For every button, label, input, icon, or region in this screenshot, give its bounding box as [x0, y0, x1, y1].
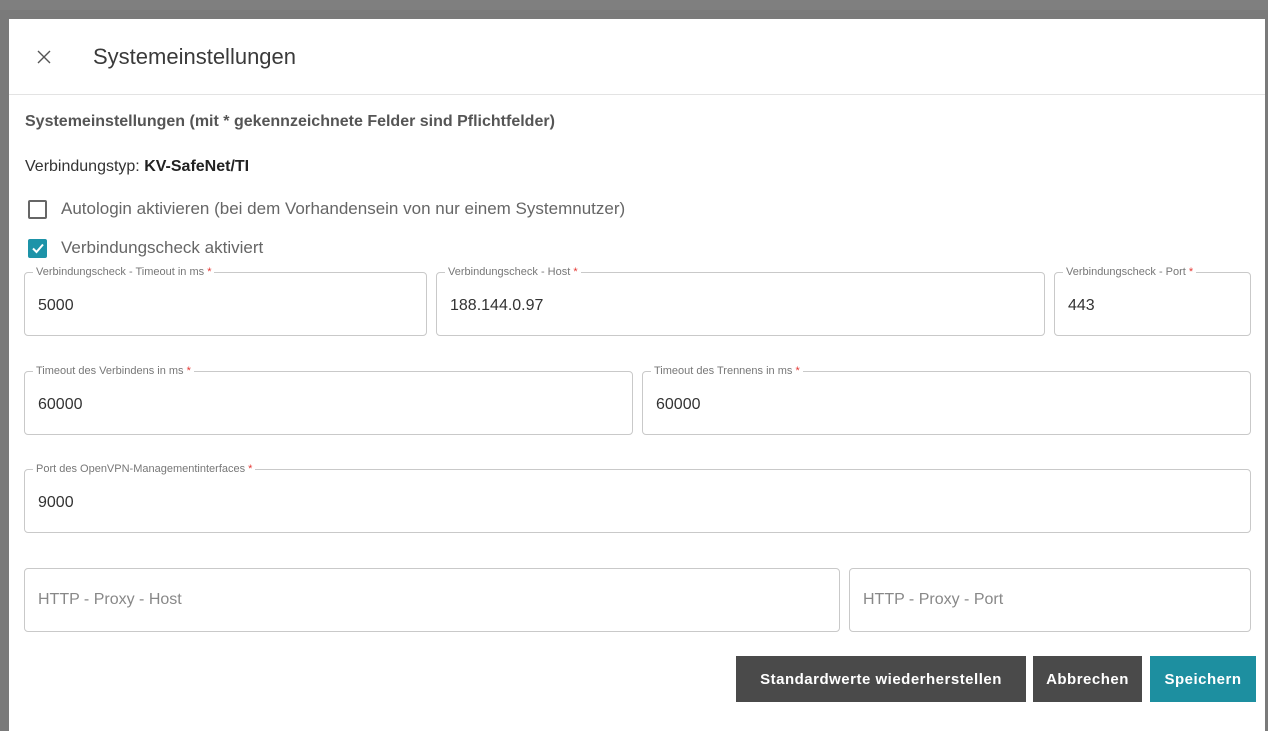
settings-dialog: Systemeinstellungen Systemeinstellungen …: [9, 19, 1265, 731]
connection-check-checkbox[interactable]: [28, 238, 47, 258]
cancel-button[interactable]: Abbrechen: [1033, 656, 1142, 702]
required-mark: *: [186, 365, 191, 377]
close-button[interactable]: [29, 42, 59, 72]
proxy-host-field[interactable]: HTTP - Proxy - Host: [24, 568, 840, 632]
connection-type-value: KV-SafeNet/TI: [144, 158, 250, 175]
autologin-checkbox[interactable]: [28, 199, 47, 219]
section-heading: Systemeinstellungen (mit * gekennzeichne…: [25, 113, 555, 130]
close-icon: [37, 50, 51, 63]
dialog-title: Systemeinstellungen: [93, 43, 297, 69]
connection-check-checkbox-row[interactable]: Verbindungscheck aktiviert: [28, 238, 263, 258]
checkmark-icon: [31, 243, 44, 254]
check-host-legend: Verbindungscheck - Host *: [445, 265, 581, 279]
proxy-port-input[interactable]: HTTP - Proxy - Port: [863, 591, 1003, 609]
save-button[interactable]: Speichern: [1150, 656, 1256, 702]
dialog-header: Systemeinstellungen: [9, 19, 1265, 95]
check-host-field[interactable]: Verbindungscheck - Host * 188.144.0.97: [436, 265, 1045, 336]
check-timeout-legend: Verbindungscheck - Timeout in ms *: [33, 265, 215, 279]
openvpn-port-legend: Port des OpenVPN-Managementinterfaces *: [33, 462, 256, 476]
required-mark: *: [1188, 266, 1194, 278]
connect-timeout-input[interactable]: 60000: [38, 396, 83, 414]
autologin-label: Autologin aktivieren (bei dem Vorhandens…: [61, 199, 626, 218]
connect-timeout-legend: Timeout des Verbindens in ms *: [33, 364, 194, 378]
disconnect-timeout-field[interactable]: Timeout des Trennens in ms * 60000: [642, 364, 1251, 435]
openvpn-port-field[interactable]: Port des OpenVPN-Managementinterfaces * …: [24, 462, 1251, 533]
connect-timeout-field[interactable]: Timeout des Verbindens in ms * 60000: [24, 364, 633, 435]
autologin-checkbox-row[interactable]: Autologin aktivieren (bei dem Vorhandens…: [28, 199, 625, 219]
restore-defaults-button[interactable]: Standardwerte wiederherstellen: [736, 656, 1026, 702]
proxy-port-field[interactable]: HTTP - Proxy - Port: [849, 568, 1251, 632]
check-port-legend: Verbindungscheck - Port *: [1063, 265, 1197, 279]
connection-type-label: Verbindungstyp:: [25, 158, 140, 175]
connection-check-label: Verbindungscheck aktiviert: [61, 238, 264, 257]
required-mark: *: [248, 463, 253, 475]
proxy-host-input[interactable]: HTTP - Proxy - Host: [38, 591, 182, 609]
check-timeout-input[interactable]: 5000: [38, 297, 74, 315]
check-port-input[interactable]: 443: [1068, 297, 1095, 315]
check-port-field[interactable]: Verbindungscheck - Port * 443: [1054, 265, 1251, 336]
required-mark: *: [573, 266, 578, 278]
check-host-input[interactable]: 188.144.0.97: [450, 297, 543, 315]
disconnect-timeout-legend: Timeout des Trennens in ms *: [651, 364, 803, 378]
openvpn-port-input[interactable]: 9000: [38, 494, 74, 512]
connection-type: Verbindungstyp: KV-SafeNet/TI: [25, 158, 249, 176]
check-timeout-field[interactable]: Verbindungscheck - Timeout in ms * 5000: [24, 265, 427, 336]
backdrop: [0, 0, 1268, 10]
disconnect-timeout-input[interactable]: 60000: [656, 396, 701, 414]
required-mark: *: [207, 266, 212, 278]
required-mark: *: [795, 365, 800, 377]
